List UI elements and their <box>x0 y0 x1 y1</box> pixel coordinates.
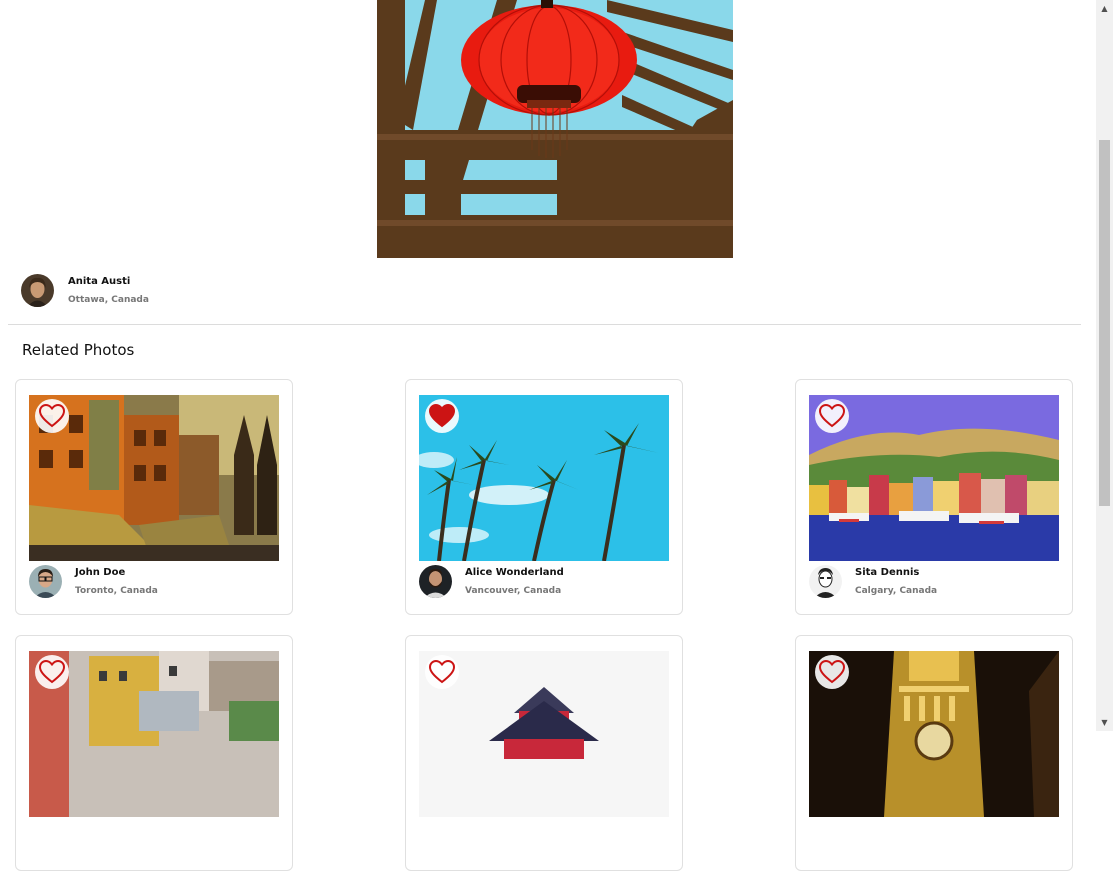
like-button[interactable] <box>35 399 69 433</box>
like-button[interactable] <box>35 655 69 689</box>
author-location: Vancouver, Canada <box>465 585 562 596</box>
photo-card[interactable]: Alice Wonderland Vancouver, Canada <box>405 379 683 615</box>
author-name[interactable]: John Doe <box>75 567 158 579</box>
heart-outline-icon <box>39 660 65 684</box>
hillside-houses-photo[interactable] <box>29 651 279 817</box>
heart-filled-icon <box>429 404 455 428</box>
heart-outline-icon <box>429 660 455 684</box>
heart-outline-icon <box>819 404 845 428</box>
scroll-down-icon[interactable]: ▼ <box>1096 714 1113 731</box>
red-lantern-photo <box>377 0 733 258</box>
card-author: Alice Wonderland Vancouver, Canada <box>419 565 564 598</box>
card-author: Sita Dennis Calgary, Canada <box>809 565 937 598</box>
main-photo <box>377 0 733 258</box>
like-button[interactable] <box>815 399 849 433</box>
scrollbar-thumb[interactable] <box>1099 140 1110 506</box>
like-button[interactable] <box>815 655 849 689</box>
photo-card[interactable] <box>15 635 293 871</box>
author-name[interactable]: Sita Dennis <box>855 567 937 579</box>
photo-card[interactable]: John Doe Toronto, Canada <box>15 379 293 615</box>
author-name[interactable]: Anita Austi <box>68 276 149 288</box>
divider <box>8 324 1081 325</box>
man-glasses-avatar[interactable] <box>29 565 62 598</box>
like-button[interactable] <box>425 399 459 433</box>
scroll-up-icon[interactable]: ▲ <box>1096 0 1113 17</box>
author-location: Toronto, Canada <box>75 585 158 596</box>
vertical-scrollbar[interactable]: ▲ ▼ <box>1096 0 1113 731</box>
author-location: Calgary, Canada <box>855 585 938 596</box>
like-button[interactable] <box>425 655 459 689</box>
section-title: Related Photos <box>22 341 135 359</box>
palm-trees-photo[interactable] <box>419 395 669 561</box>
heart-outline-icon <box>39 404 65 428</box>
author-location: Ottawa, Canada <box>68 294 149 305</box>
card-author: John Doe Toronto, Canada <box>29 565 158 598</box>
clock-tower-photo[interactable] <box>809 651 1059 817</box>
photo-card[interactable] <box>795 635 1073 871</box>
heart-outline-icon <box>819 660 845 684</box>
photo-card[interactable] <box>405 635 683 871</box>
author-name[interactable]: Alice Wonderland <box>465 567 564 579</box>
colorful-street-photo[interactable] <box>29 395 279 561</box>
harbor-town-photo[interactable] <box>809 395 1059 561</box>
main-photo-author: Anita Austi Ottawa, Canada <box>21 274 149 307</box>
pagoda-photo[interactable] <box>419 651 669 817</box>
man-beard-avatar[interactable] <box>419 565 452 598</box>
photo-card[interactable]: Sita Dennis Calgary, Canada <box>795 379 1073 615</box>
woman-avatar[interactable] <box>21 274 54 307</box>
man-sketch-avatar[interactable] <box>809 565 842 598</box>
